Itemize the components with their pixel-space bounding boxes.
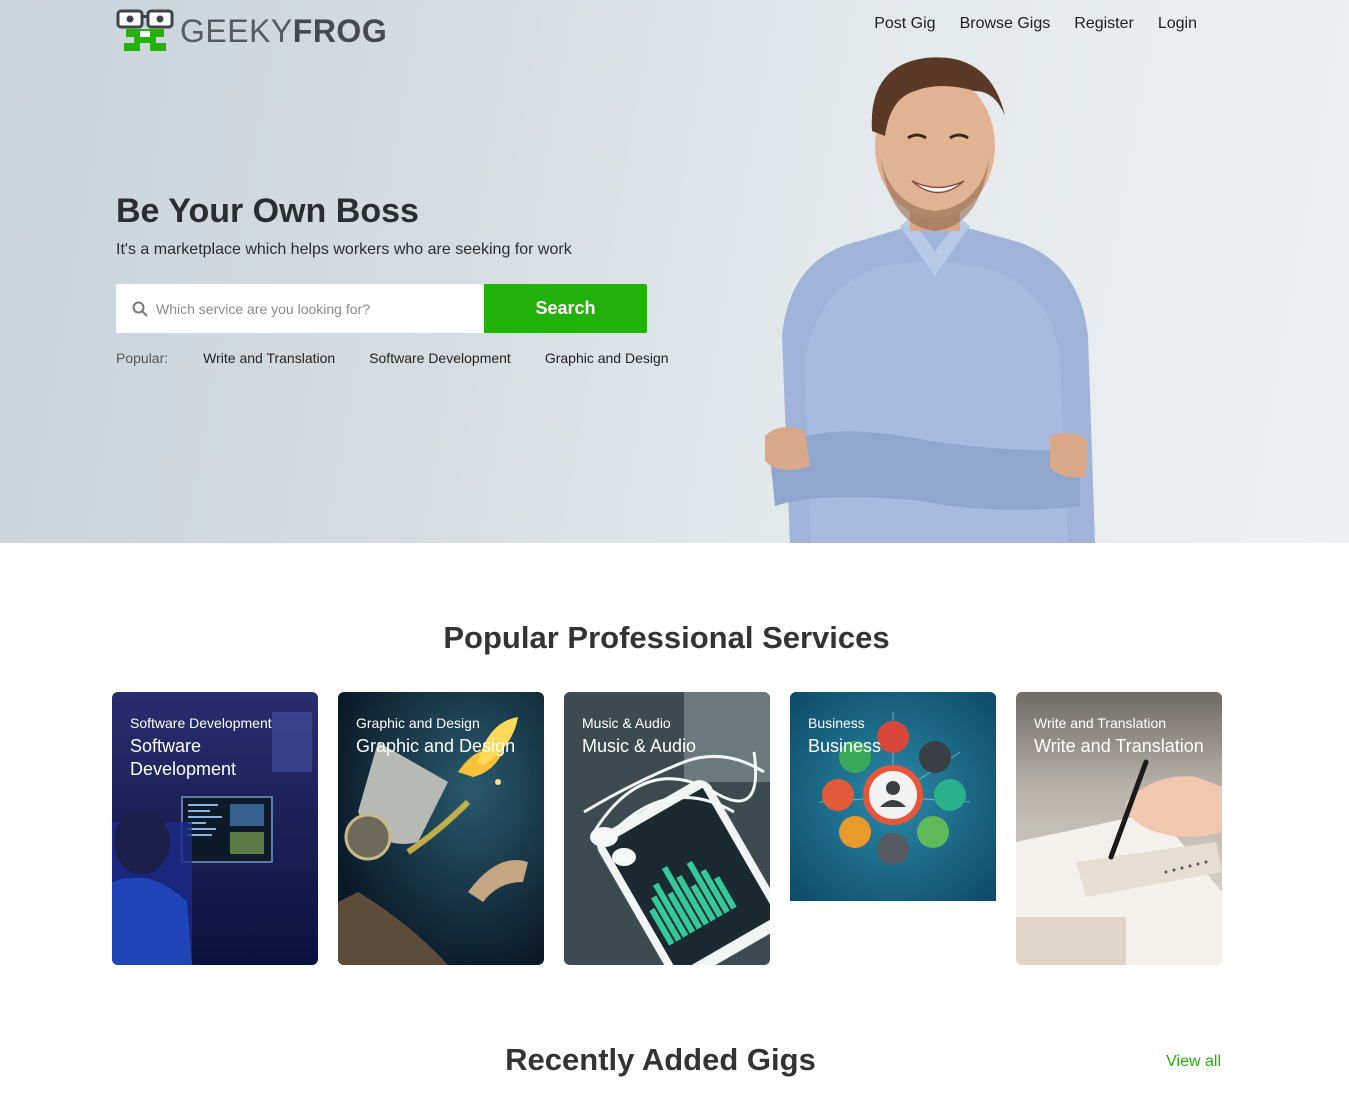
popular-searches: Popular: Write and Translation Software … xyxy=(116,350,703,366)
service-card-graphic-design[interactable]: Graphic and Design Graphic and Design xyxy=(338,692,544,965)
card-title: Software Development xyxy=(130,736,237,779)
logo[interactable]: GEEKYFROG xyxy=(116,6,387,56)
recent-gigs-title: Recently Added Gigs xyxy=(505,1042,816,1077)
popular-link-write-translation[interactable]: Write and Translation xyxy=(203,350,335,366)
music-audio-image xyxy=(564,692,770,965)
service-card-write-translation[interactable]: Write and Translation Write and Translat… xyxy=(1016,692,1222,965)
card-category: Business xyxy=(808,715,865,731)
service-card-business[interactable]: Business Business xyxy=(790,692,996,901)
nav-register[interactable]: Register xyxy=(1074,14,1134,34)
brand-name: GEEKYFROG xyxy=(180,13,388,49)
hero-title: Be Your Own Boss xyxy=(116,192,419,230)
write-translation-image xyxy=(1016,692,1222,965)
search-icon xyxy=(132,301,148,316)
graphic-design-image xyxy=(338,692,544,965)
popular-label: Popular: xyxy=(116,350,169,366)
search-field xyxy=(116,284,484,333)
hero-section: GEEKYFROG Post Gig Browse Gigs Register … xyxy=(0,0,1349,543)
view-all-link[interactable]: View all xyxy=(1166,1053,1221,1071)
search-bar: Search xyxy=(116,284,647,333)
hero-person-image xyxy=(765,57,1095,543)
search-button[interactable]: Search xyxy=(484,284,647,333)
card-title: Music & Audio xyxy=(582,736,697,756)
search-input[interactable] xyxy=(156,300,476,317)
card-category: Software Development xyxy=(130,715,272,731)
software-development-image xyxy=(112,692,318,965)
service-card-software-development[interactable]: Software Development Software Developmen… xyxy=(112,692,318,965)
popular-link-software-development[interactable]: Software Development xyxy=(369,350,511,366)
nav-login[interactable]: Login xyxy=(1158,14,1197,34)
hero-subtitle: It's a marketplace which helps workers w… xyxy=(116,241,572,258)
service-card-music-audio[interactable]: Music & Audio Music & Audio xyxy=(564,692,770,965)
services-title: Popular Professional Services xyxy=(443,620,890,655)
frog-logo-icon xyxy=(116,9,174,51)
card-category: Music & Audio xyxy=(582,715,671,731)
nav-post-gig[interactable]: Post Gig xyxy=(874,14,935,34)
popular-link-graphic-design[interactable]: Graphic and Design xyxy=(545,350,669,366)
card-title: Write and Translation xyxy=(1034,736,1204,756)
top-nav: Post Gig Browse Gigs Register Login xyxy=(874,14,1197,34)
card-title: Graphic and Design xyxy=(356,736,516,756)
card-category: Graphic and Design xyxy=(356,715,480,731)
card-category: Write and Translation xyxy=(1034,715,1167,731)
card-title: Business xyxy=(808,736,882,756)
nav-browse-gigs[interactable]: Browse Gigs xyxy=(960,14,1051,34)
services-cards: Software Development Software Developmen… xyxy=(112,692,1222,965)
